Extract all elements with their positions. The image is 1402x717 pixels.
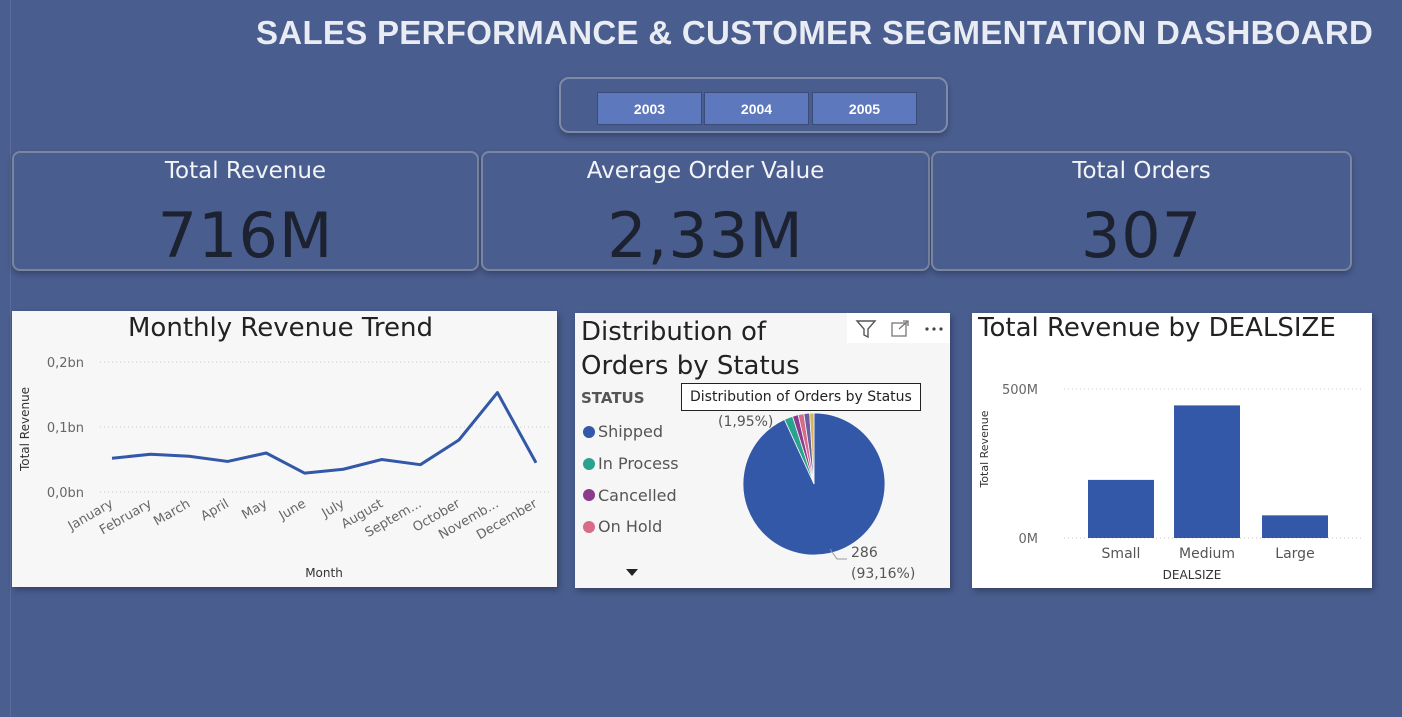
line-x-axis-label: Month — [305, 566, 343, 580]
focus-mode-icon[interactable] — [891, 320, 909, 337]
kpi-label: Total Revenue — [164, 158, 327, 184]
x-tick-label: March — [151, 496, 193, 529]
year-2005-button[interactable]: 2005 — [812, 92, 917, 125]
deal-size-panel[interactable]: Total Revenue by DEALSIZE 0M 500M Small Me… — [972, 313, 1372, 588]
bar — [1262, 515, 1328, 538]
bar-x-axis-label: DEALSIZE — [1163, 568, 1222, 582]
bar-chart: 0M 500M Small Medium Large DEALSIZE Total R… — [978, 383, 1364, 582]
year-slicer: 2003 2004 2005 — [559, 77, 948, 133]
y-tick-label: 0M — [1019, 532, 1039, 547]
legend-item[interactable]: In Process — [583, 448, 679, 480]
line-series — [111, 391, 538, 475]
pie-chart-title: Distribution of Orders by Status — [581, 317, 800, 381]
legend-marker — [583, 489, 595, 502]
pie-slices — [742, 412, 886, 556]
y-tick-label: 0,1bn — [47, 421, 84, 436]
kpi-total-orders-card[interactable]: Total Orders 307 — [931, 151, 1352, 272]
bar-y-ticks: 0M 500M — [1002, 383, 1038, 547]
kpi-total-revenue-card[interactable]: Total Revenue 716M — [12, 151, 479, 272]
legend-label: On Hold — [598, 517, 663, 537]
pie-slice — [797, 413, 815, 485]
year-2004-button[interactable]: 2004 — [704, 92, 809, 125]
x-tick-label: May — [239, 496, 270, 523]
year-2003-button[interactable]: 2003 — [597, 92, 702, 125]
filter-icon[interactable] — [855, 320, 877, 339]
kpi-value: 2,33M — [607, 199, 804, 272]
legend-marker — [583, 425, 595, 438]
pie-slice — [783, 415, 815, 485]
revenue-line — [111, 391, 538, 475]
bar — [1088, 479, 1154, 538]
monthly-revenue-panel[interactable]: Monthly Revenue Trend 0,0bn 0,1bn 0,2bn Ja… — [12, 311, 557, 587]
pie-label-small-percent: (1,95%) — [718, 414, 773, 430]
legend-label: Cancelled — [598, 485, 677, 505]
more-options-icon[interactable] — [925, 327, 943, 331]
legend-label: Shipped — [598, 422, 664, 442]
legend-label: In Process — [598, 454, 679, 474]
x-tick-label: Medium — [1179, 546, 1235, 562]
kpi-average-order-value-card[interactable]: Average Order Value 2,33M — [481, 151, 930, 272]
dashboard-title: SALES PERFORMANCE & CUSTOMER SEGMENTATIO… — [256, 14, 1374, 51]
bar-series — [1088, 405, 1328, 538]
order-status-panel[interactable]: Distribution of Orders by Status STATUS … — [575, 313, 950, 588]
x-tick-label: Small — [1102, 546, 1141, 562]
x-tick-label: Large — [1275, 546, 1314, 562]
leader-line — [829, 548, 847, 560]
bar-y-axis-label: Total Revenue — [978, 410, 991, 488]
pie-label-shipped-count: 286 — [851, 545, 878, 561]
y-tick-label: 0,0bn — [47, 486, 84, 501]
visual-header — [847, 313, 950, 343]
canvas-edge — [0, 0, 11, 717]
legend-item[interactable]: Cancelled — [583, 479, 679, 511]
x-tick-label: April — [198, 496, 231, 524]
bar — [1174, 405, 1240, 538]
pie-slice — [803, 412, 815, 485]
legend-marker — [583, 520, 595, 533]
line-y-axis-label: Total Revenue — [18, 387, 32, 472]
pie-slice — [742, 412, 886, 556]
expand-down-icon[interactable] — [626, 569, 638, 576]
tooltip: Distribution of Orders by Status — [681, 383, 921, 411]
legend-item[interactable]: Shipped — [583, 416, 679, 448]
y-tick-label: 500M — [1002, 383, 1038, 398]
legend-marker — [583, 457, 595, 470]
kpi-value: 716M — [157, 199, 334, 272]
pie-legend: Shipped In Process Cancelled On Hold — [583, 416, 679, 543]
bar-x-ticks: Small Medium Large — [1102, 546, 1315, 562]
legend-title: STATUS — [581, 389, 645, 407]
y-tick-label: 0,2bn — [47, 356, 84, 371]
x-tick-label: June — [276, 496, 309, 524]
kpi-label: Total Orders — [1072, 158, 1211, 184]
pie-slice — [809, 412, 815, 485]
kpi-value: 307 — [1080, 199, 1203, 272]
line-chart: 0,0bn0,1bn0,2bn JanuaryFebruaryMarch Apri… — [18, 356, 552, 580]
pie-label-shipped-percent: (93,16%) — [851, 566, 915, 582]
kpi-label: Average Order Value — [586, 158, 825, 184]
pie-slice — [792, 414, 815, 485]
legend-item[interactable]: On Hold — [583, 511, 679, 543]
line-x-ticks: JanuaryFebruaryMarch April May June JulyAugu… — [65, 496, 541, 543]
line-y-ticks: 0,0bn 0,1bn 0,2bn — [47, 356, 84, 501]
